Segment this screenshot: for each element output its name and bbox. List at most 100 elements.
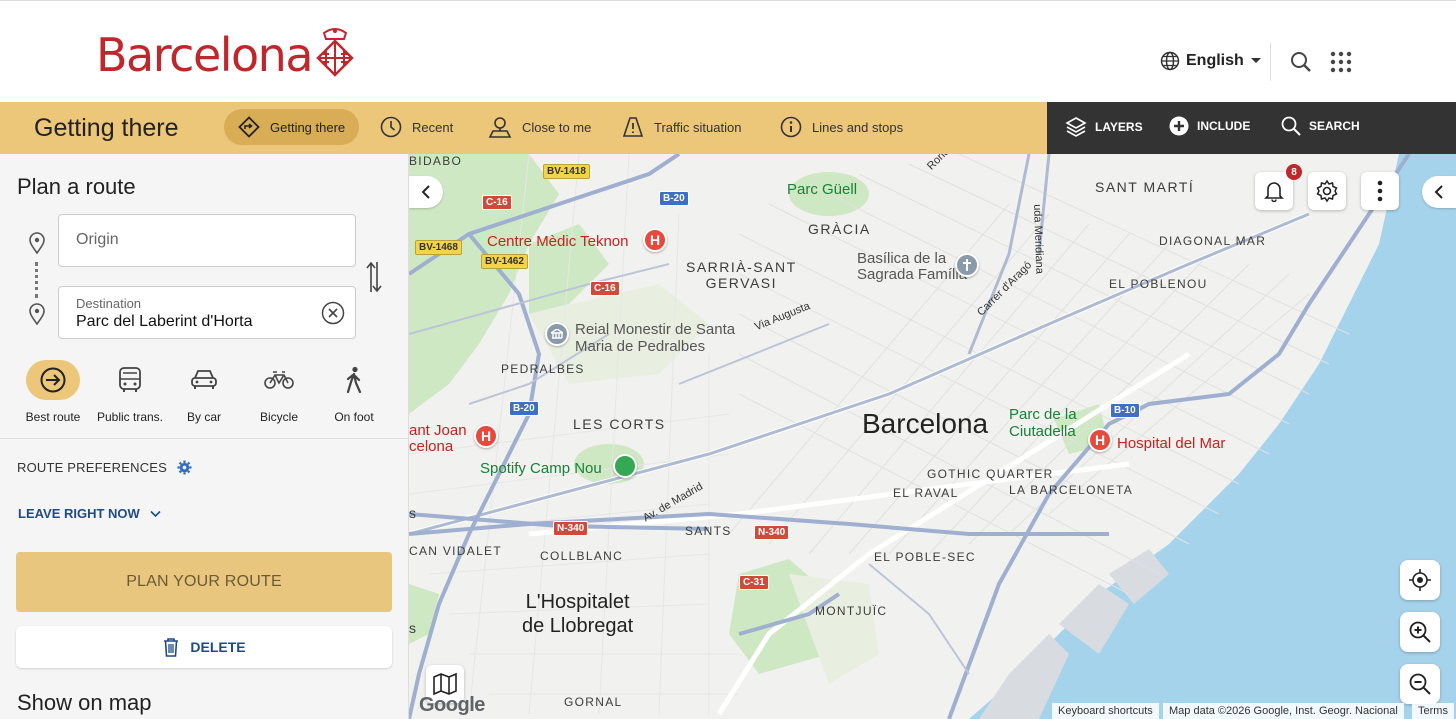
map-label: Basílica de la Sagrada Família — [857, 250, 968, 283]
monastery-pin-icon[interactable] — [545, 322, 569, 346]
layers-button[interactable]: LAYERS — [1065, 116, 1143, 138]
top-header: Barcelona English — [0, 0, 1456, 102]
map-label: Barcelona — [862, 408, 989, 439]
traffic-cone-icon — [622, 117, 644, 137]
map-label: uda Meridiana — [1031, 204, 1046, 275]
notification-count-badge: 8 — [1286, 164, 1302, 180]
tab-label: Close to me — [522, 119, 592, 135]
mode-bicycle[interactable]: Bicycle — [243, 360, 315, 424]
gear-icon[interactable] — [177, 460, 192, 475]
departure-time-label: LEAVE RIGHT NOW — [18, 506, 140, 521]
language-selector[interactable]: English — [1160, 51, 1262, 71]
search-icon — [1281, 116, 1301, 136]
tab-getting-there[interactable]: Getting there — [224, 109, 360, 145]
gear-icon — [1316, 179, 1338, 203]
departure-time-dropdown[interactable]: LEAVE RIGHT NOW — [18, 506, 161, 521]
walking-icon — [346, 366, 362, 394]
mode-label: On foot — [334, 410, 374, 424]
info-icon — [780, 116, 802, 138]
delete-label: DELETE — [190, 639, 246, 655]
chevron-down-icon — [150, 510, 161, 517]
mode-icon-wrap — [252, 360, 306, 400]
clear-destination-icon[interactable] — [321, 301, 345, 325]
church-pin-icon[interactable] — [955, 253, 979, 277]
mode-best-route[interactable]: Best route — [17, 360, 89, 424]
map-label: LES CORTS — [573, 416, 666, 432]
map-label: s — [409, 505, 418, 521]
road-shield: B-10 — [1110, 403, 1140, 418]
notifications-button[interactable] — [1255, 172, 1293, 210]
map-label: Hospital del Mar — [1117, 435, 1226, 452]
include-button[interactable]: INCLUDE — [1169, 116, 1250, 136]
globe-icon — [1160, 51, 1180, 71]
road-shield: B-20 — [509, 401, 539, 416]
zoom-in-icon — [1409, 621, 1431, 643]
tab-label: Traffic situation — [654, 119, 742, 135]
zoom-in-button[interactable] — [1400, 612, 1440, 652]
road-shield: BV-1462 — [481, 254, 528, 269]
more-options-button[interactable] — [1361, 172, 1399, 210]
origin-input[interactable] — [76, 231, 336, 249]
chevron-left-icon — [421, 185, 430, 199]
tab-label: Lines and stops — [812, 119, 904, 135]
mode-public-transport[interactable]: Public trans. — [94, 360, 166, 424]
mode-icon-wrap — [26, 360, 80, 400]
road-shield: N-340 — [754, 525, 790, 540]
app-root: Barcelona English Getting there Getting … — [0, 0, 1456, 719]
hospital-pin-icon[interactable]: H — [643, 228, 667, 252]
apps-grid-icon[interactable] — [1330, 51, 1352, 73]
show-on-map-heading: Show on map — [17, 690, 152, 715]
collapse-left-panel-button[interactable] — [409, 176, 443, 208]
my-location-button[interactable] — [1400, 560, 1440, 600]
caret-down-icon — [1250, 58, 1261, 63]
swap-direction-icon[interactable] — [364, 260, 384, 294]
tab-recent[interactable]: Recent — [366, 109, 467, 145]
keyboard-shortcuts-link[interactable]: Keyboard shortcuts — [1052, 703, 1159, 719]
map-label: CAN VIDALET — [409, 544, 502, 558]
map-label: PEDRALBES — [501, 362, 585, 376]
tab-traffic-situation[interactable]: Traffic situation — [608, 109, 755, 145]
clock-icon — [380, 116, 402, 138]
plan-route-button[interactable]: PLAN YOUR ROUTE — [16, 552, 392, 612]
map-label: MONTJUÏC — [815, 604, 888, 618]
destination-value[interactable]: Parc del Laberint d'Horta — [76, 313, 252, 331]
mode-label: Best route — [25, 410, 81, 424]
include-label: INCLUDE — [1197, 119, 1251, 133]
terms-link[interactable]: Terms — [1412, 703, 1454, 719]
map-label: GORNAL — [564, 695, 623, 709]
search-icon[interactable] — [1290, 51, 1312, 73]
mode-icon-wrap — [103, 360, 157, 400]
bell-icon — [1264, 182, 1284, 202]
delete-button[interactable]: DELETE — [16, 626, 392, 668]
stadium-pin-icon[interactable] — [613, 454, 637, 478]
zoom-out-button[interactable] — [1400, 664, 1440, 704]
map-label: SANTS — [685, 524, 732, 538]
origin-field[interactable] — [58, 214, 356, 267]
mode-on-foot[interactable]: On foot — [318, 360, 390, 424]
map-fold-icon — [433, 672, 457, 696]
route-preferences[interactable]: ROUTE PREFERENCES — [17, 460, 192, 475]
map-label: EL POBLENOU — [1109, 277, 1208, 291]
map-label: Centre Mèdic Teknon — [487, 233, 629, 250]
map-search-button[interactable]: SEARCH — [1281, 116, 1360, 136]
destination-field[interactable]: Destination Parc del Laberint d'Horta — [58, 286, 356, 339]
map-view[interactable]: BV-1418 C-16 B-20 BV-1468 BV-1462 C-16 B… — [409, 154, 1456, 719]
map-label: ant Joan celona — [409, 422, 467, 455]
hospital-pin-icon[interactable]: H — [1088, 428, 1112, 452]
mode-by-car[interactable]: By car — [168, 360, 240, 424]
map-settings-button[interactable] — [1308, 172, 1346, 210]
tab-close-to-me[interactable]: Close to me — [474, 109, 605, 145]
layers-icon — [1065, 117, 1087, 137]
hospital-pin-icon[interactable]: H — [474, 424, 498, 448]
plus-circle-icon — [1169, 116, 1189, 136]
map-label: BIDABO — [409, 154, 463, 168]
map-label: EL POBLE-SEC — [874, 550, 976, 564]
language-label: English — [1186, 52, 1244, 69]
mode-label: Public trans. — [96, 410, 164, 424]
barcelona-logo[interactable]: Barcelona — [96, 28, 356, 82]
tab-lines-and-stops[interactable]: Lines and stops — [766, 109, 917, 145]
collapse-right-panel-button[interactable] — [1422, 176, 1456, 208]
directions-icon — [238, 116, 260, 138]
bicycle-icon — [264, 371, 294, 389]
destination-pin-icon — [29, 303, 45, 325]
